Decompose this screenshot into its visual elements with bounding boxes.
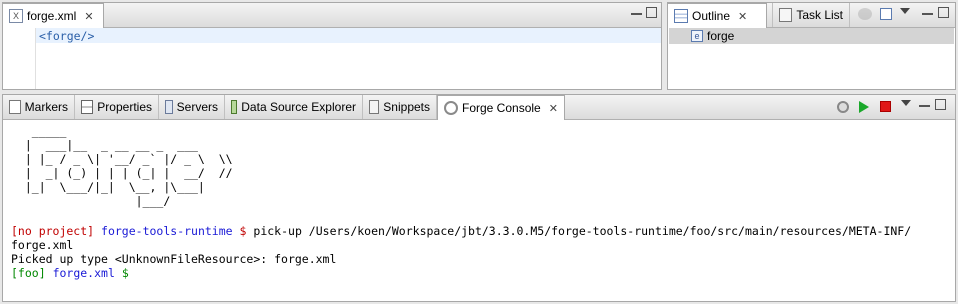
tab-label: Data Source Explorer <box>241 100 356 114</box>
current-line-highlight <box>36 28 661 43</box>
ascii-line: |_| \___/|_| \__, |\___| <box>11 180 205 194</box>
prompt-dollar: $ <box>121 266 129 280</box>
close-icon[interactable]: ✕ <box>738 10 747 23</box>
minimize-icon[interactable] <box>922 9 933 15</box>
editor-tabbar: X forge.xml ✕ <box>2 3 661 28</box>
console-tabbar: Markers Properties Servers Data Source E… <box>3 95 955 120</box>
tab-label: Forge Console <box>462 101 541 115</box>
prompt-dollar: $ <box>239 224 247 238</box>
ascii-line: | ___|__ _ __ __ _ ___ <box>11 138 198 152</box>
close-icon[interactable]: ✕ <box>84 10 93 23</box>
maximize-icon[interactable] <box>938 7 949 18</box>
element-icon: e <box>691 30 703 42</box>
editor-pane: X forge.xml ✕ <forge/> <box>2 2 662 90</box>
tab-label: Servers <box>176 100 218 114</box>
tab-snippets[interactable]: Snippets <box>363 95 437 119</box>
tab-label: Snippets <box>383 100 430 114</box>
forge-settings-icon[interactable] <box>837 101 849 113</box>
tab-servers[interactable]: Servers <box>159 95 225 119</box>
console-output[interactable]: _____ | ___|__ _ __ __ _ ___ | |_ / _ \|… <box>3 120 955 301</box>
prompt-file: forge.xml <box>52 266 115 280</box>
tab-label: forge.xml <box>27 9 77 23</box>
ascii-line: | |_ / _ \| '__/ _` |/ _ \ \\ <box>11 152 233 166</box>
ascii-line: _____ <box>11 124 67 138</box>
collapse-all-icon[interactable] <box>880 8 892 20</box>
tab-task-list[interactable]: Task List <box>772 3 850 27</box>
tab-outline[interactable]: Outline ✕ <box>667 3 767 28</box>
console-pane: Markers Properties Servers Data Source E… <box>2 94 956 302</box>
prompt-line-cont: forge.xml <box>11 238 74 252</box>
minimize-icon[interactable] <box>631 9 642 15</box>
view-menu-icon[interactable] <box>900 8 910 14</box>
code-line[interactable]: <forge/> <box>39 29 94 43</box>
tab-markers[interactable]: Markers <box>3 95 75 119</box>
close-icon[interactable]: ✕ <box>549 102 558 115</box>
prompt-runtime: forge-tools-runtime <box>101 224 233 238</box>
output-line: Picked up type <UnknownFileResource>: fo… <box>11 252 337 266</box>
outline-tree-item[interactable]: e forge <box>669 28 954 44</box>
start-icon[interactable] <box>859 101 869 113</box>
ascii-line: | _| (_) | | | (_| | __/ // <box>11 166 233 180</box>
tree-item-label: forge <box>707 29 735 43</box>
outline-pane: Outline ✕ Task List e forge <box>667 2 956 90</box>
maximize-icon[interactable] <box>935 99 946 110</box>
tab-forge-console[interactable]: Forge Console ✕ <box>437 95 565 120</box>
minimize-icon[interactable] <box>919 101 930 107</box>
tab-forge-xml[interactable]: X forge.xml ✕ <box>2 3 104 28</box>
prompt-command: pick-up /Users/koen/Workspace/jbt/3.3.0.… <box>253 224 912 238</box>
ascii-line: |___/ <box>11 194 171 208</box>
tab-properties[interactable]: Properties <box>75 95 159 119</box>
tab-label: Properties <box>97 100 152 114</box>
data-source-icon <box>231 100 238 114</box>
tab-label: Task List <box>796 8 843 22</box>
forge-console-icon <box>444 101 458 115</box>
sort-icon[interactable] <box>858 8 872 20</box>
task-list-icon <box>779 8 793 22</box>
outline-tabbar: Outline ✕ Task List <box>667 3 955 28</box>
tab-label: Outline <box>692 9 731 23</box>
outline-icon <box>674 9 688 23</box>
snippets-icon <box>369 100 380 114</box>
prompt-line: [no project] forge-tools-runtime $ pick-… <box>11 224 911 238</box>
tab-label: Markers <box>24 100 68 114</box>
maximize-icon[interactable] <box>646 7 657 18</box>
prompt-line: [foo] forge.xml $ <box>11 266 129 280</box>
xml-file-icon: X <box>9 9 23 23</box>
tab-data-source-explorer[interactable]: Data Source Explorer <box>225 95 363 119</box>
view-menu-icon[interactable] <box>901 100 911 106</box>
properties-icon <box>81 100 94 114</box>
prompt-project: [foo] <box>11 266 46 280</box>
editor-gutter <box>3 28 36 89</box>
markers-icon <box>9 100 21 114</box>
stop-icon[interactable] <box>880 101 891 112</box>
servers-icon <box>165 100 173 114</box>
prompt-project: [no project] <box>11 224 95 238</box>
